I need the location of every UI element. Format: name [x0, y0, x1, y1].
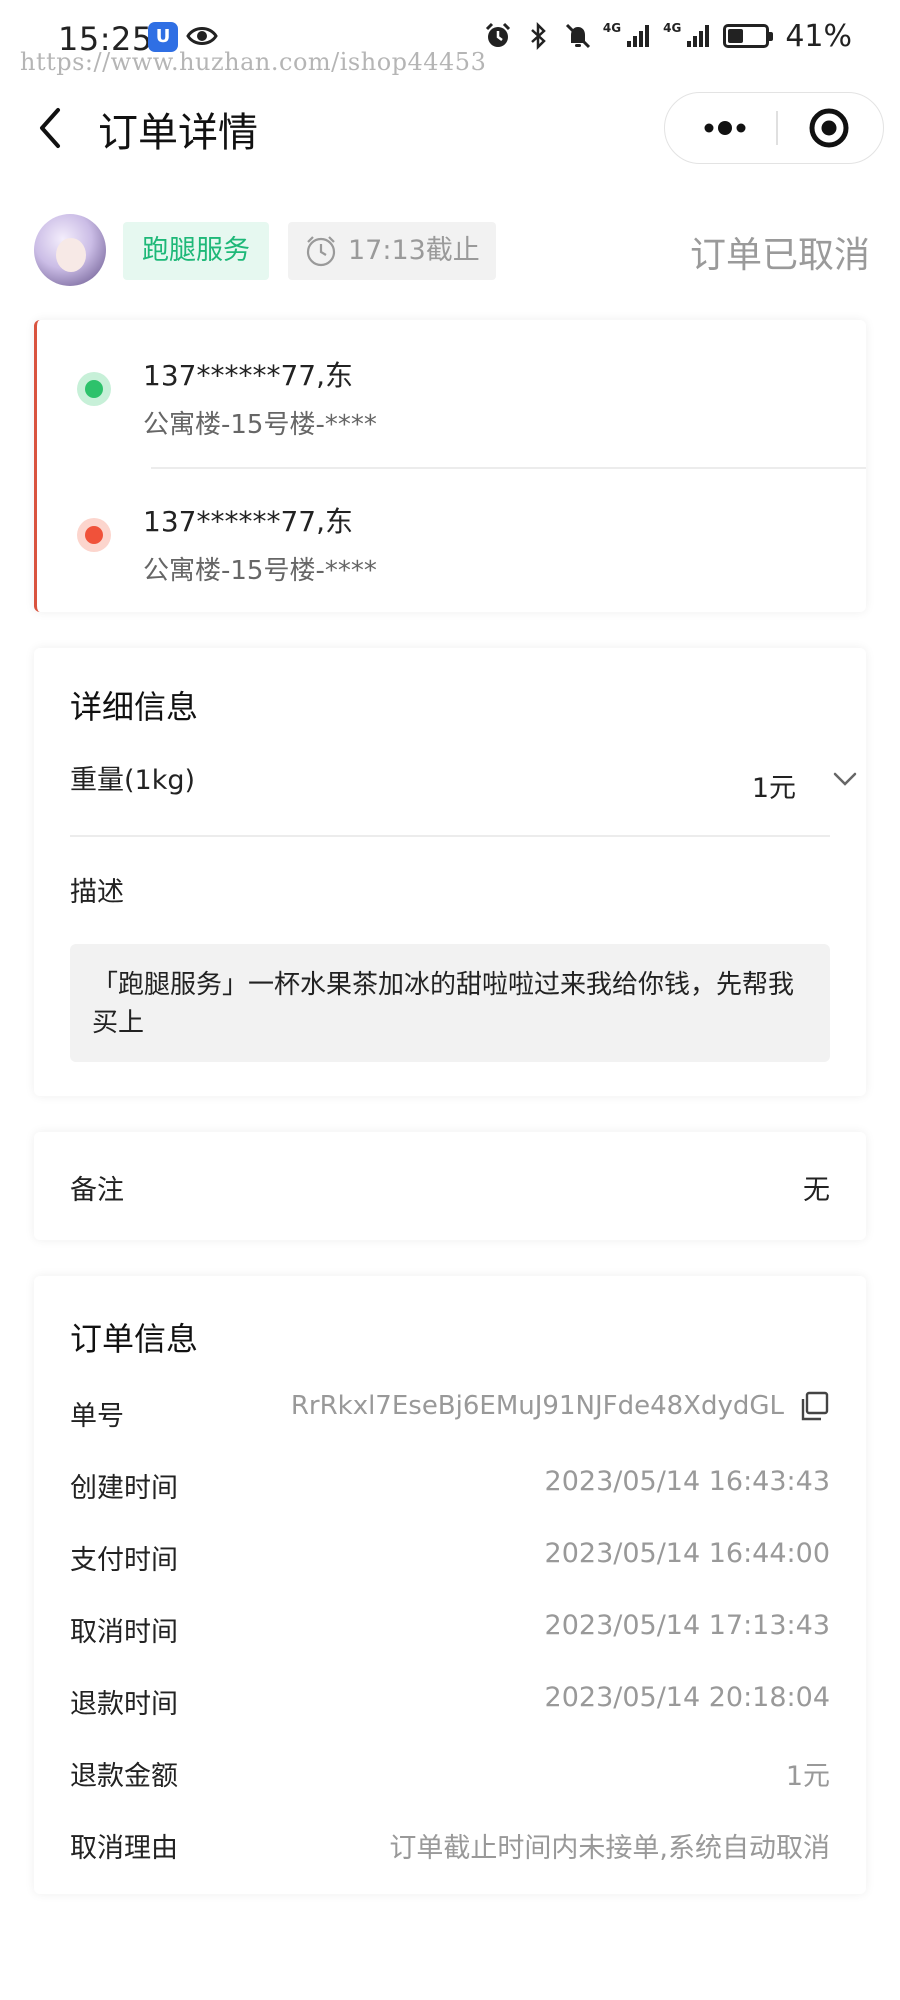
cancel-reason-value: 订单截止时间内未接单,系统自动取消: [389, 1833, 830, 1864]
copy-icon[interactable]: [798, 1390, 830, 1422]
description-text: 「跑腿服务」一杯水果茶加冰的甜啦啦过来我给你钱，先帮我买上: [70, 944, 830, 1062]
target-circle-icon[interactable]: [791, 93, 871, 163]
delivery-address[interactable]: 137******77,东 公寓楼-15号楼-****: [143, 500, 377, 587]
weight-value: 1元: [751, 773, 796, 804]
bluetooth-icon: [531, 21, 546, 51]
order-no-value: RrRkxl7EseBj6EMuJ91NJFde48XdydGL: [290, 1391, 784, 1421]
pickup-contact: 137******77,东: [143, 359, 353, 392]
service-tag: 跑腿服务: [123, 222, 269, 280]
order-no-label: 单号: [70, 1401, 124, 1432]
eye-icon: [186, 27, 218, 45]
weight-label: 重量(1kg): [70, 765, 196, 796]
order-info-title: 订单信息: [70, 1320, 199, 1358]
page-title: 订单详情: [98, 110, 258, 156]
chevron-down-icon[interactable]: [830, 764, 860, 794]
status-bar: 15:25 U https://www.huzhan.com/ishop4445…: [0, 0, 900, 77]
network-type-1: 4G: [602, 21, 622, 35]
pickup-detail: 公寓楼-15号楼-****: [143, 410, 377, 440]
refund-amount-value: 1元: [785, 1761, 830, 1792]
delivery-detail: 公寓楼-15号楼-****: [143, 556, 377, 586]
battery-icon: [723, 24, 774, 48]
pickup-dot-icon: [77, 372, 111, 406]
refund-time-value: 2023/05/14 20:18:04: [544, 1682, 830, 1713]
pickup-address[interactable]: 137******77,东 公寓楼-15号楼-****: [143, 354, 377, 441]
detail-title: 详细信息: [70, 688, 199, 726]
battery-percent: 41%: [785, 18, 852, 54]
status-icons: 4G 4G 41%: [483, 18, 852, 54]
delivery-contact: 137******77,东: [143, 505, 353, 538]
more-dots-icon[interactable]: [685, 93, 765, 163]
refund-amount-label: 退款金额: [70, 1761, 178, 1792]
chevron-left-icon[interactable]: [30, 100, 70, 156]
created-time-label: 创建时间: [70, 1473, 178, 1504]
cancel-time-label: 取消时间: [70, 1617, 178, 1648]
address-card: 137******77,东 公寓楼-15号楼-**** 137******77,…: [34, 320, 866, 612]
delivery-dot-icon: [77, 518, 111, 552]
clock-icon: [306, 236, 336, 267]
paid-time-value: 2023/05/14 16:44:00: [544, 1538, 830, 1569]
description-label: 描述: [70, 877, 124, 908]
avatar: [34, 214, 106, 286]
remark-value: 无: [803, 1175, 830, 1206]
deadline-tag: 17:13截止: [288, 222, 496, 280]
detail-divider: [70, 835, 830, 837]
alarm-icon: [485, 22, 510, 47]
battery-fill: [728, 29, 744, 43]
cancel-reason-label: 取消理由: [70, 1833, 178, 1864]
detail-card: 详细信息 重量(1kg) 描述 「跑腿服务」一杯水果茶加冰的甜啦啦过来我给你钱，…: [34, 648, 866, 1096]
deadline-text: 17:13截止: [348, 235, 480, 266]
paid-time-label: 支付时间: [70, 1545, 178, 1576]
mute-icon: [565, 23, 590, 49]
order-info-card: 订单信息 单号 RrRkxl7EseBj6EMuJ91NJFde48XdydGL…: [34, 1276, 866, 1894]
watermark-text: https://www.huzhan.com/ishop44453: [20, 48, 487, 76]
capsule-divider: [776, 111, 778, 145]
cancel-time-value: 2023/05/14 17:13:43: [544, 1610, 830, 1641]
signal-icon: [687, 25, 710, 47]
remark-label: 备注: [70, 1175, 124, 1206]
order-status: 订单已取消: [689, 235, 870, 276]
mini-program-capsule: [664, 92, 884, 164]
signal-icon: [627, 25, 650, 47]
remark-card: 备注 无: [34, 1132, 866, 1240]
address-divider: [151, 467, 866, 469]
order-no-row: RrRkxl7EseBj6EMuJ91NJFde48XdydGL: [291, 1390, 830, 1422]
refund-time-label: 退款时间: [70, 1689, 178, 1720]
created-time-value: 2023/05/14 16:43:43: [544, 1466, 830, 1497]
network-type-2: 4G: [663, 21, 682, 35]
